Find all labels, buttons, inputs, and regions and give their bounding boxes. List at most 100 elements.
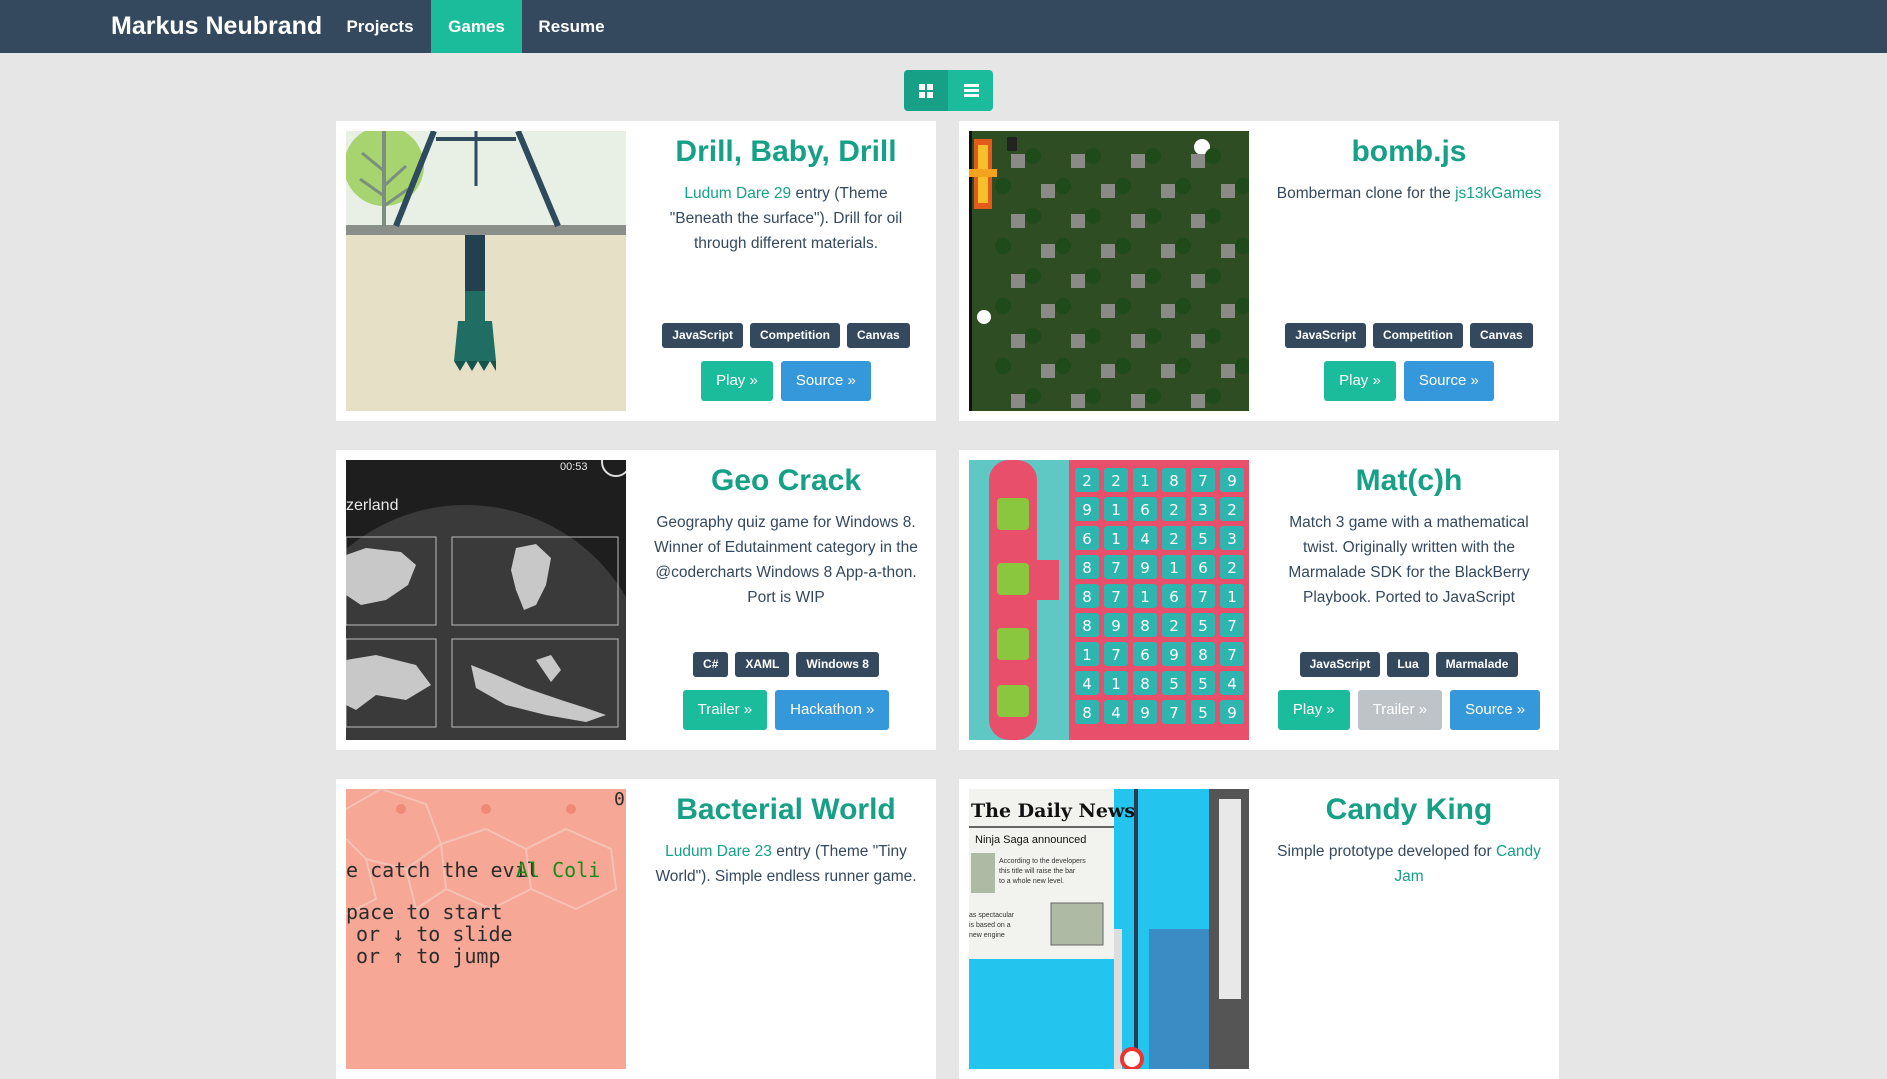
- tag-badge: Windows 8: [796, 652, 879, 677]
- svg-text:7: 7: [1111, 588, 1121, 606]
- svg-text:to a whole new level.: to a whole new level.: [999, 878, 1064, 885]
- svg-text:2: 2: [1169, 530, 1179, 548]
- svg-text:According to the developers: According to the developers: [999, 858, 1086, 865]
- tag-badge: XAML: [735, 652, 790, 677]
- svg-text:6: 6: [1082, 530, 1092, 548]
- game-description: Bomberman clone for the js13kGames: [1276, 185, 1542, 202]
- svg-text:9: 9: [1082, 501, 1092, 519]
- game-description: Geography quiz game for Windows 8. Winne…: [654, 514, 918, 606]
- play-button[interactable]: Play »: [1277, 690, 1350, 730]
- svg-text:6: 6: [1198, 559, 1208, 577]
- svg-text:1: 1: [1227, 588, 1237, 606]
- game-card: bomb.js Bomberman clone for the js13kGam…: [959, 121, 1559, 421]
- brand-link[interactable]: Markus Neubrand: [111, 0, 322, 53]
- game-thumbnail-geocrack[interactable]: zerland 00:53: [346, 460, 626, 740]
- game-description: Simple prototype developed for Candy Jam: [1277, 843, 1541, 885]
- svg-text:5: 5: [1198, 704, 1208, 722]
- ludum-dare-link[interactable]: Ludum Dare 29: [684, 185, 791, 202]
- svg-text:9: 9: [1140, 559, 1150, 577]
- svg-text:5: 5: [1198, 617, 1208, 635]
- svg-text:5: 5: [1169, 675, 1179, 693]
- svg-text:this title will raise the bar: this title will raise the bar: [999, 868, 1076, 875]
- svg-text:9: 9: [1227, 472, 1237, 490]
- svg-text:The Daily News: The Daily News: [971, 800, 1135, 822]
- svg-text:2: 2: [1082, 472, 1092, 490]
- svg-text:2: 2: [1169, 617, 1179, 635]
- svg-text:or ↑ to jump: or ↑ to jump: [356, 944, 501, 968]
- svg-text:4: 4: [1111, 704, 1121, 722]
- svg-text:is based on a: is based on a: [969, 922, 1011, 929]
- tag-badge: JavaScript: [662, 323, 743, 348]
- svg-text:8: 8: [1140, 617, 1150, 635]
- game-description: Match 3 game with a mathematical twist. …: [1288, 514, 1530, 606]
- svg-text:2: 2: [1227, 559, 1237, 577]
- game-thumbnail-match[interactable]: 2 2 1 8 7 9 9 1 6 2 3 2 6 1 4 2 5 3 8 7 9 1 6 2 8 7 1 6 7 1 8 9 8 2 5 7 1 7 6 9…: [969, 460, 1249, 740]
- svg-text:7: 7: [1198, 472, 1208, 490]
- nav-item-projects[interactable]: Projects: [332, 0, 428, 53]
- game-thumbnail-bacterial-world[interactable]: e catch the evil Al Coli pace to start o…: [346, 789, 626, 1069]
- game-card: e catch the evil Al Coli pace to start o…: [336, 779, 936, 1079]
- game-thumbnail-candy-king[interactable]: The Daily News Ninja Saga announced Acco…: [969, 789, 1249, 1069]
- svg-text:1: 1: [1169, 559, 1179, 577]
- hackathon-button[interactable]: Hackathon »: [775, 690, 890, 730]
- svg-text:6: 6: [1169, 588, 1179, 606]
- svg-text:zerland: zerland: [346, 497, 398, 514]
- nav-item-resume[interactable]: Resume: [525, 0, 618, 53]
- svg-text:as spectacular: as spectacular: [969, 912, 1015, 919]
- svg-text:Al Coli: Al Coli: [516, 858, 600, 882]
- svg-text:0: 0: [614, 789, 625, 810]
- svg-text:9: 9: [1140, 704, 1150, 722]
- source-button[interactable]: Source »: [780, 361, 871, 401]
- svg-text:7: 7: [1227, 617, 1237, 635]
- svg-text:2: 2: [1169, 501, 1179, 519]
- tag-badge: Competition: [1373, 323, 1463, 348]
- svg-text:00:53: 00:53: [560, 461, 588, 473]
- tag-badge: JavaScript: [1299, 652, 1381, 677]
- game-description: Ludum Dare 23 entry (Theme "Tiny World")…: [655, 843, 917, 885]
- nav-item-games[interactable]: Games: [431, 0, 522, 53]
- trailer-button-disabled: Trailer »: [1357, 690, 1443, 730]
- svg-text:3: 3: [1227, 530, 1237, 548]
- view-toggle: [904, 70, 993, 111]
- game-title: Geo Crack: [710, 464, 862, 497]
- svg-text:6: 6: [1140, 646, 1150, 664]
- game-title: Mat(c)h: [1355, 464, 1463, 497]
- svg-text:1: 1: [1111, 530, 1121, 548]
- tag-badge: JavaScript: [1285, 323, 1366, 348]
- svg-text:5: 5: [1198, 675, 1208, 693]
- svg-text:Ninja Saga announced: Ninja Saga announced: [975, 834, 1086, 846]
- grid-view-button[interactable]: [904, 70, 948, 111]
- game-thumbnail-bombjs[interactable]: [969, 131, 1249, 411]
- play-button[interactable]: Play »: [701, 361, 773, 401]
- list-view-button[interactable]: [949, 70, 993, 111]
- svg-text:8: 8: [1082, 617, 1092, 635]
- svg-text:pace to start: pace to start: [346, 900, 503, 924]
- svg-text:5: 5: [1198, 530, 1208, 548]
- play-button[interactable]: Play »: [1324, 361, 1396, 401]
- svg-text:e catch the evil: e catch the evil: [346, 858, 539, 882]
- game-card: Drill, Baby, Drill Ludum Dare 29 entry (…: [336, 121, 936, 421]
- svg-text:1: 1: [1140, 588, 1150, 606]
- svg-text:1: 1: [1140, 472, 1150, 490]
- svg-text:1: 1: [1082, 646, 1092, 664]
- svg-text:3: 3: [1198, 501, 1208, 519]
- svg-text:9: 9: [1227, 704, 1237, 722]
- svg-text:7: 7: [1198, 588, 1208, 606]
- tag-badge: Marmalade: [1435, 652, 1519, 677]
- svg-text:7: 7: [1169, 704, 1179, 722]
- svg-text:9: 9: [1111, 617, 1121, 635]
- game-thumbnail-drill[interactable]: [346, 131, 626, 411]
- js13kgames-link[interactable]: js13kGames: [1455, 185, 1541, 202]
- svg-text:2: 2: [1227, 501, 1237, 519]
- ludum-dare-link[interactable]: Ludum Dare 23: [665, 843, 772, 860]
- tag-badge: Canvas: [1470, 323, 1533, 348]
- svg-text:6: 6: [1140, 501, 1150, 519]
- svg-text:1: 1: [1111, 501, 1121, 519]
- trailer-button[interactable]: Trailer »: [682, 690, 768, 730]
- game-title: Drill, Baby, Drill: [675, 135, 897, 168]
- tag-badge: C#: [693, 652, 729, 677]
- svg-text:8: 8: [1169, 472, 1179, 490]
- source-button[interactable]: Source »: [1403, 361, 1494, 401]
- game-description: Ludum Dare 29 entry (Theme "Beneath the …: [669, 185, 903, 252]
- source-button[interactable]: Source »: [1450, 690, 1541, 730]
